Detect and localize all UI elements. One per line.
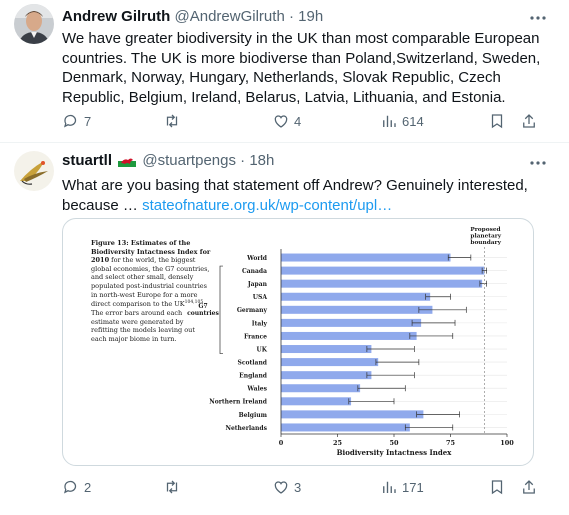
- bar-germany: [281, 305, 433, 314]
- category-label: Netherlands: [225, 425, 267, 432]
- bar-canada: [281, 266, 485, 275]
- bar-scotland: [281, 358, 379, 367]
- reply-icon: [64, 480, 77, 494]
- views-count: 171: [402, 479, 424, 495]
- separator: ·: [240, 152, 246, 169]
- like-count: 3: [294, 479, 302, 495]
- bar-england: [281, 371, 372, 380]
- x-axis-label: Biodiversity Intactness Index: [337, 448, 453, 457]
- figure-image[interactable]: Figure 13: Estimates of the Biodiversity…: [62, 218, 534, 466]
- category-label: UK: [257, 346, 268, 353]
- author-name[interactable]: stuartll: [62, 152, 112, 169]
- separator: ·: [288, 8, 294, 25]
- reply-count: 2: [84, 479, 92, 495]
- tweet-link[interactable]: stateofnature.org.uk/wp-content/upl…: [142, 197, 392, 214]
- bar-wales: [281, 384, 361, 393]
- category-label: Scotland: [238, 359, 268, 366]
- share-icon: [523, 114, 535, 128]
- retweet-icon: [166, 480, 178, 494]
- retweet-button[interactable]: [163, 478, 185, 496]
- more-options-icon[interactable]: [527, 9, 549, 27]
- planetary-boundary-label: Proposed: [470, 227, 500, 233]
- planetary-boundary-label: boundary: [470, 240, 501, 246]
- bii-bar-chart: World Canada Japan USA Germany Italy France UK S…: [187, 227, 514, 457]
- share-icon: [523, 480, 535, 494]
- bar-northern-ireland: [281, 397, 352, 406]
- bar-usa: [281, 292, 431, 301]
- planetary-boundary-label: planetary: [470, 234, 501, 240]
- g7-bracket: [219, 265, 223, 354]
- category-label: Japan: [247, 281, 268, 288]
- category-label: Germany: [237, 307, 268, 314]
- views-button[interactable]: 171: [380, 478, 424, 496]
- bar-belgium: [281, 410, 424, 419]
- author-handle[interactable]: @stuartpengs: [142, 152, 236, 169]
- wales-flag-icon: [118, 154, 137, 171]
- tweet-text: What are you basing that statement off A…: [62, 176, 552, 215]
- category-label: Wales: [246, 386, 267, 393]
- bar-netherlands: [281, 423, 410, 432]
- category-label: England: [239, 373, 268, 380]
- views-icon: [383, 115, 396, 127]
- x-tick-label: 75: [446, 439, 456, 447]
- like-button[interactable]: 4: [272, 112, 301, 130]
- tweet-actions: 2 3 171: [62, 478, 547, 500]
- timestamp[interactable]: 18h: [249, 152, 274, 169]
- category-label: World: [246, 255, 268, 262]
- reply-button[interactable]: 2: [62, 478, 91, 496]
- category-label: Northern Ireland: [209, 399, 268, 406]
- more-options-icon[interactable]: [527, 154, 549, 172]
- reply-count: 7: [84, 113, 92, 129]
- category-label: Italy: [252, 320, 268, 327]
- x-tick-label: 100: [500, 439, 514, 447]
- avatar[interactable]: [14, 151, 54, 191]
- bar-japan: [281, 279, 483, 288]
- category-label: France: [244, 333, 267, 340]
- bookmark-icon: [491, 480, 503, 495]
- tweet-stuartll[interactable]: stuartll @stuartpengs · 18h What are you…: [0, 143, 569, 515]
- g7-group-label: countries: [187, 310, 219, 317]
- bookmark-button[interactable]: [488, 112, 506, 130]
- bookmark-icon: [491, 114, 503, 129]
- like-count: 4: [294, 113, 302, 129]
- reply-icon: [64, 114, 77, 128]
- heart-icon: [274, 481, 288, 494]
- x-tick-label: 50: [389, 439, 399, 447]
- heart-icon: [274, 115, 288, 128]
- retweet-icon: [166, 114, 178, 128]
- avatar[interactable]: [14, 4, 54, 44]
- share-button[interactable]: [520, 112, 538, 130]
- tweet-andrew-gilruth[interactable]: Andrew Gilruth @AndrewGilruth · 19h We h…: [0, 0, 569, 143]
- bar-world: [281, 253, 451, 262]
- reply-button[interactable]: 7: [62, 112, 91, 130]
- x-tick-label: 25: [333, 439, 343, 447]
- tweet-text: We have greater biodiversity in the UK t…: [62, 30, 541, 106]
- g7-group-label: G7: [198, 303, 207, 310]
- retweet-button[interactable]: [163, 112, 185, 130]
- timestamp[interactable]: 19h: [298, 8, 323, 25]
- bar-italy: [281, 318, 422, 327]
- tweet-actions: 7 4 614: [62, 112, 547, 134]
- bar-uk: [281, 345, 372, 354]
- views-button[interactable]: 614: [380, 112, 424, 130]
- share-button[interactable]: [520, 478, 538, 496]
- views-icon: [383, 481, 396, 493]
- x-tick-label: 0: [279, 439, 284, 447]
- category-label: Belgium: [239, 412, 268, 419]
- author-handle[interactable]: @AndrewGilruth: [175, 8, 285, 25]
- category-label: Canada: [242, 268, 267, 275]
- like-button[interactable]: 3: [272, 478, 301, 496]
- bookmark-button[interactable]: [488, 478, 506, 496]
- views-count: 614: [402, 113, 424, 129]
- category-label: USA: [253, 294, 268, 301]
- bar-france: [281, 331, 417, 340]
- author-name[interactable]: Andrew Gilruth: [62, 8, 170, 25]
